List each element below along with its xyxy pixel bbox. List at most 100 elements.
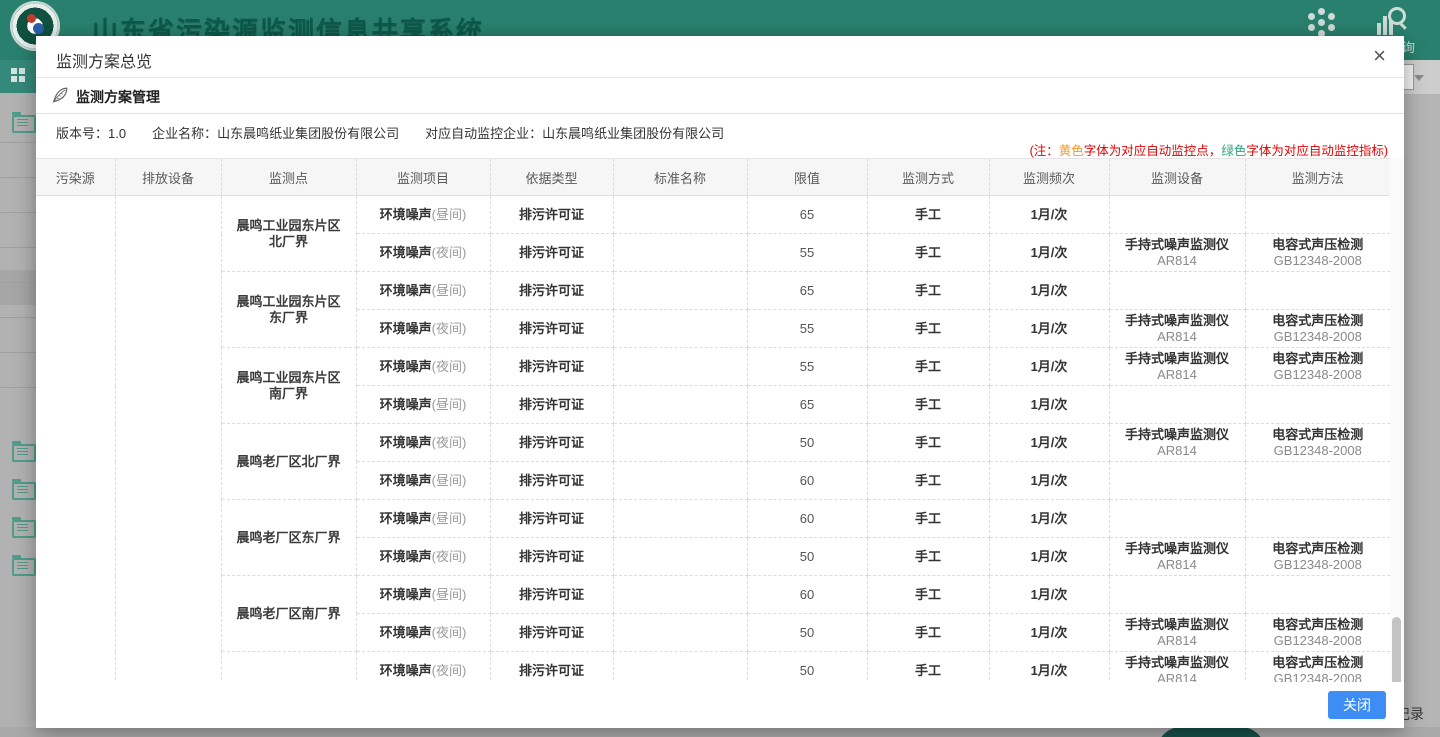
folder-icon[interactable] <box>12 482 36 500</box>
modal-footer: 关闭 <box>36 682 1404 728</box>
cell-project: 环境噪声(夜间) <box>356 424 490 462</box>
cell-standard <box>613 500 747 538</box>
col-discharge-device: 排放设备 <box>115 159 221 196</box>
cell-method <box>1245 196 1390 234</box>
plan-info-line: 版本号：1.0企业名称：山东晨鸣纸业集团股份有限公司对应自动监控企业：山东晨鸣纸… <box>56 123 750 142</box>
page-content-fragment <box>1404 95 1440 727</box>
cell-mode: 手工 <box>867 462 989 500</box>
cell-project: 环境噪声(夜间) <box>356 614 490 652</box>
cell-project: 环境噪声(昼间) <box>356 576 490 614</box>
left-nav-bar <box>0 60 36 93</box>
cell-frequency: 1月/次 <box>989 576 1109 614</box>
cell-frequency: 1月/次 <box>989 614 1109 652</box>
col-basis-type: 依据类型 <box>490 159 613 196</box>
scrollbar-thumb[interactable] <box>1392 617 1401 688</box>
cell-monitor-point: 晨鸣工业园东片区 东厂界 <box>221 272 356 348</box>
col-monitor-mode: 监测方式 <box>867 159 989 196</box>
legend-green: 绿色 <box>1221 144 1246 158</box>
col-monitor-device: 监测设备 <box>1109 159 1245 196</box>
cell-mode: 手工 <box>867 500 989 538</box>
legend-note: (注：黄色字体为对应自动监控点，绿色字体为对应自动监控指标) <box>1030 140 1388 159</box>
cell-frequency: 1月/次 <box>989 386 1109 424</box>
col-monitor-frequency: 监测频次 <box>989 159 1109 196</box>
cell-method: 电容式声压检测GB12348-2008 <box>1245 614 1390 652</box>
cell-basis: 排污许可证 <box>490 310 613 348</box>
table-scrollbar[interactable] <box>1390 158 1404 690</box>
folder-icon[interactable] <box>12 520 36 538</box>
cell-device: 手持式噪声监测仪AR814 <box>1109 348 1245 386</box>
cell-limit: 50 <box>747 538 867 576</box>
cell-standard <box>613 576 747 614</box>
cell-basis: 排污许可证 <box>490 500 613 538</box>
plan-info-bar: 版本号：1.0企业名称：山东晨鸣纸业集团股份有限公司对应自动监控企业：山东晨鸣纸… <box>36 114 1404 160</box>
table-row: 晨鸣工业园东片区 北厂界 环境噪声(昼间) 排污许可证 65 手工 1月/次 <box>36 196 1390 234</box>
pen-feather-icon <box>51 86 69 104</box>
table-row: 晨鸣老厂区南厂界 环境噪声(昼间) 排污许可证 60 手工 1月/次 <box>36 576 1390 614</box>
table-row: 晨鸣工业园东片区 东厂界 环境噪声(昼间) 排污许可证 65 手工 1月/次 <box>36 272 1390 310</box>
col-monitor-method: 监测方法 <box>1245 159 1390 196</box>
cell-frequency: 1月/次 <box>989 424 1109 462</box>
folder-icon[interactable] <box>12 444 36 462</box>
cell-project: 环境噪声(夜间) <box>356 348 490 386</box>
cell-device: 手持式噪声监测仪AR814 <box>1109 310 1245 348</box>
apps-grid-icon[interactable] <box>1307 8 1337 38</box>
sidebar-row-highlight <box>0 270 36 305</box>
cell-method: 电容式声压检测GB12348-2008 <box>1245 310 1390 348</box>
query-statistics-icon[interactable] <box>1377 7 1409 35</box>
cell-basis: 排污许可证 <box>490 538 613 576</box>
cell-monitor-point: 晨鸣老厂区南厂界 <box>221 576 356 652</box>
cell-frequency: 1月/次 <box>989 196 1109 234</box>
cell-limit: 55 <box>747 348 867 386</box>
cell-device: 手持式噪声监测仪AR814 <box>1109 538 1245 576</box>
cell-limit: 65 <box>747 272 867 310</box>
version-text: 版本号：1.0 <box>56 126 126 141</box>
folder-icon[interactable] <box>12 558 36 576</box>
cell-method <box>1245 272 1390 310</box>
cell-device <box>1109 386 1245 424</box>
cell-basis: 排污许可证 <box>490 462 613 500</box>
chevron-down-icon[interactable] <box>1414 75 1424 81</box>
cell-mode: 手工 <box>867 424 989 462</box>
cell-method: 电容式声压检测GB12348-2008 <box>1245 538 1390 576</box>
cell-mode: 手工 <box>867 386 989 424</box>
cell-basis: 排污许可证 <box>490 576 613 614</box>
close-icon[interactable]: × <box>1373 44 1386 68</box>
cell-project: 环境噪声(夜间) <box>356 234 490 272</box>
col-monitor-item: 监测项目 <box>356 159 490 196</box>
cell-method <box>1245 462 1390 500</box>
cell-standard <box>613 196 747 234</box>
cell-basis: 排污许可证 <box>490 348 613 386</box>
cell-monitor-point: 晨鸣工业园东片区 南厂界 <box>221 348 356 424</box>
col-limit: 限值 <box>747 159 867 196</box>
cell-project: 环境噪声(昼间) <box>356 500 490 538</box>
legend-yellow: 黄色 <box>1059 144 1084 158</box>
cell-pollution-source <box>36 196 115 728</box>
dashboard-grid-icon[interactable] <box>11 68 26 83</box>
cell-method <box>1245 576 1390 614</box>
cell-project: 环境噪声(昼间) <box>356 272 490 310</box>
cell-project: 环境噪声(昼间) <box>356 386 490 424</box>
cell-standard <box>613 310 747 348</box>
cell-method: 电容式声压检测GB12348-2008 <box>1245 424 1390 462</box>
cell-frequency: 1月/次 <box>989 310 1109 348</box>
close-button[interactable]: 关闭 <box>1328 691 1386 719</box>
cell-frequency: 1月/次 <box>989 538 1109 576</box>
monitoring-plan-modal: 监测方案总览 × 监测方案管理 版本号：1.0企业名称：山东晨鸣纸业集团股份有限… <box>36 36 1404 728</box>
cell-mode: 手工 <box>867 272 989 310</box>
cell-device: 手持式噪声监测仪AR814 <box>1109 234 1245 272</box>
cell-monitor-point: 晨鸣老厂区东厂界 <box>221 500 356 576</box>
auto-company-text: 对应自动监控企业：山东晨鸣纸业集团股份有限公司 <box>425 126 724 141</box>
cell-device <box>1109 500 1245 538</box>
cell-frequency: 1月/次 <box>989 234 1109 272</box>
section-header: 监测方案管理 <box>36 78 1404 114</box>
folder-icon[interactable] <box>12 115 36 133</box>
cell-limit: 55 <box>747 234 867 272</box>
cell-device <box>1109 272 1245 310</box>
page: 山东省污染源监测信息共享系统 查询 <box>0 0 1440 737</box>
cell-standard <box>613 462 747 500</box>
left-sidebar <box>0 93 36 727</box>
cell-mode: 手工 <box>867 576 989 614</box>
cell-standard <box>613 386 747 424</box>
cell-limit: 60 <box>747 576 867 614</box>
cell-limit: 65 <box>747 196 867 234</box>
